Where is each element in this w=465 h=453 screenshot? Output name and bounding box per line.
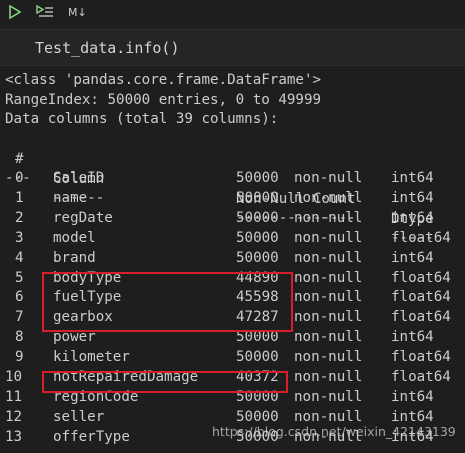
row-nonnull: non-null xyxy=(294,189,363,206)
row-index: 5 xyxy=(15,269,24,286)
row-index: 1 xyxy=(15,189,24,206)
row-index: 11 xyxy=(5,388,23,405)
table-row: 2 regDate 50000 non-null int64 xyxy=(0,208,465,228)
highlight-box-group xyxy=(42,272,293,332)
row-nonnull: non-null xyxy=(294,209,363,226)
row-dtype: float64 xyxy=(391,349,451,366)
markdown-toggle[interactable]: M↓ xyxy=(68,5,87,21)
row-count: 50000 xyxy=(236,229,279,246)
cell-output: <class 'pandas.core.frame.DataFrame'> Ra… xyxy=(0,66,465,453)
row-nonnull: non-null xyxy=(294,170,363,186)
row-index: 12 xyxy=(5,408,23,425)
row-count: 50000 xyxy=(236,189,279,206)
row-nonnull: non-null xyxy=(294,309,363,326)
row-nonnull: non-null xyxy=(294,269,363,286)
row-index: 9 xyxy=(15,349,24,366)
row-column-name: kilometer xyxy=(53,349,130,366)
row-dtype: int64 xyxy=(391,388,434,405)
row-count: 50000 xyxy=(236,349,279,366)
row-count: 50000 xyxy=(236,249,279,266)
row-column-name: brand xyxy=(53,249,96,266)
row-dtype: int64 xyxy=(391,329,434,346)
table-row: 1 name 50000 non-null int64 xyxy=(0,188,465,208)
row-dtype: int64 xyxy=(391,209,434,226)
row-index: 3 xyxy=(15,229,24,246)
row-index: 7 xyxy=(15,309,24,326)
row-dtype: int64 xyxy=(391,170,434,186)
row-dtype: int64 xyxy=(391,249,434,266)
row-index: 6 xyxy=(15,289,24,306)
run-below-icon[interactable] xyxy=(36,4,54,24)
cell-toolbar: M↓ xyxy=(0,0,465,28)
row-count: 50000 xyxy=(236,209,279,226)
row-column-name: model xyxy=(53,229,96,246)
output-columns-line: Data columns (total 39 columns): xyxy=(5,111,279,127)
code-cell-input[interactable]: Test_data.info() xyxy=(0,29,465,66)
row-nonnull: non-null xyxy=(294,229,363,246)
row-dtype: float64 xyxy=(391,229,451,246)
row-dtype: float64 xyxy=(391,269,451,286)
row-dtype: float64 xyxy=(391,289,451,306)
table-row: 4 brand 50000 non-null int64 xyxy=(0,248,465,268)
row-column-name: name xyxy=(53,189,88,206)
row-index: 0 xyxy=(15,170,24,186)
table-row: 9 kilometer 50000 non-null float64 xyxy=(0,347,465,367)
row-index: 4 xyxy=(15,249,24,266)
row-nonnull: non-null xyxy=(294,388,363,405)
row-count: 50000 xyxy=(236,170,279,186)
run-cell-icon[interactable] xyxy=(9,4,22,24)
highlight-box-damage xyxy=(42,371,288,393)
row-column-name: regDate xyxy=(53,209,113,226)
code-text[interactable]: Test_data.info() xyxy=(35,39,180,57)
row-index: 8 xyxy=(15,329,24,346)
table-row: 3 model 50000 non-null float64 xyxy=(0,228,465,248)
row-dtype: float64 xyxy=(391,309,451,326)
row-nonnull: non-null xyxy=(294,369,363,385)
row-index: 13 xyxy=(5,428,23,445)
output-class-line: <class 'pandas.core.frame.DataFrame'> xyxy=(5,72,322,88)
row-column-name: seller xyxy=(53,408,105,425)
row-column-name: SaleID xyxy=(53,170,105,186)
row-index: 2 xyxy=(15,209,24,226)
row-nonnull: non-null xyxy=(294,249,363,266)
row-nonnull: non-null xyxy=(294,329,363,346)
table-header: # Column Non-Null Count Dtype xyxy=(0,129,465,227)
row-nonnull: non-null xyxy=(294,289,363,306)
row-nonnull: non-null xyxy=(294,349,363,366)
row-dtype: float64 xyxy=(391,369,451,385)
watermark: https://blog.csdn.net/weixin_42143139 xyxy=(212,424,456,439)
table-separator: --- ------ -------------- ----- xyxy=(0,148,465,246)
row-dtype: int64 xyxy=(391,189,434,206)
table-row: 0 SaleID 50000 non-null int64 xyxy=(0,168,465,188)
row-column-name: offerType xyxy=(53,428,130,445)
output-range-line: RangeIndex: 50000 entries, 0 to 49999 xyxy=(5,92,322,108)
row-index: 10 xyxy=(5,369,23,385)
